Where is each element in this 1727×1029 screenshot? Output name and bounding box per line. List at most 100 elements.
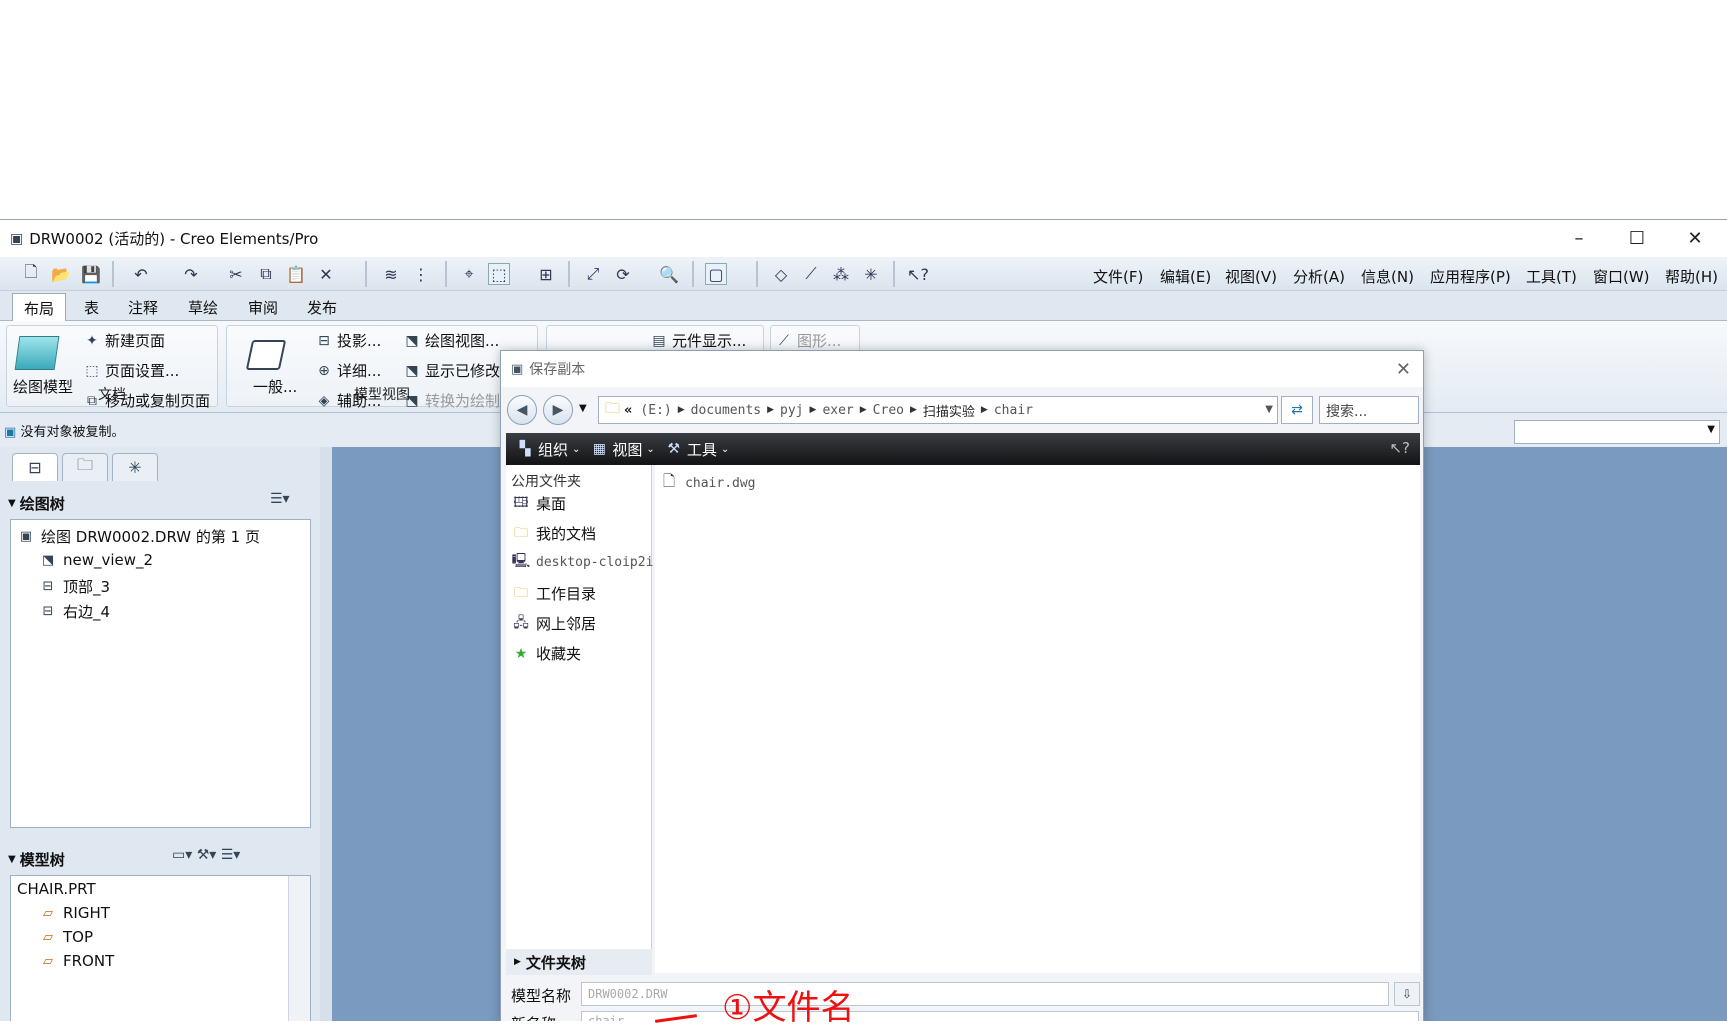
datum-point-icon[interactable]: ⁂	[830, 263, 852, 285]
breadcrumb-item[interactable]: pyj	[780, 403, 803, 418]
tree-item[interactable]: ⊟ 顶部_3	[39, 576, 111, 597]
path-breadcrumb[interactable]: 🗀 « (E:) ▶ documents ▶ pyj ▶ exer ▶ Creo ▶ 扫描…	[598, 396, 1278, 424]
cut-icon[interactable]: ✂	[225, 263, 247, 285]
new-page-button[interactable]: ✦ 新建页面	[83, 330, 165, 351]
minimize-button[interactable]: –	[1550, 220, 1608, 257]
menu-file[interactable]: 文件(F)	[1093, 266, 1143, 287]
tab-layout[interactable]: 布局	[12, 293, 67, 322]
new-file-icon[interactable]: 🗋	[20, 262, 42, 285]
display-style-icon[interactable]: ▢	[705, 263, 727, 285]
help-pointer-icon[interactable]: ↖?	[1389, 439, 1410, 457]
organize-menu[interactable]: ▚ 组织 ⌄	[516, 439, 581, 460]
tree-icon[interactable]: ⋮	[410, 263, 432, 285]
model-tree-scrollbar[interactable]	[288, 876, 310, 1021]
menu-tools[interactable]: 工具(T)	[1526, 266, 1577, 287]
paste-icon[interactable]: 📋	[285, 263, 307, 285]
place-working-directory[interactable]: 🗀 工作目录	[511, 583, 596, 604]
copy-icon[interactable]: ⧉	[255, 263, 277, 285]
layers-icon[interactable]: ≋	[380, 263, 402, 285]
refresh-icon[interactable]: ⇄	[1281, 396, 1313, 424]
zoom-icon[interactable]: 🔍	[658, 263, 680, 285]
element-display-button[interactable]: ▤ 元件显示...	[650, 330, 746, 351]
menu-view[interactable]: 视图(V)	[1225, 266, 1277, 287]
back-icon[interactable]: ◀	[507, 395, 537, 425]
drawing-view-button[interactable]: ⬔ 绘图视图...	[403, 330, 499, 351]
open-folder-icon[interactable]: 📂	[50, 263, 72, 285]
datum-plane-icon[interactable]: ◇	[770, 263, 792, 285]
help-pointer-icon[interactable]: ↖?	[907, 263, 929, 285]
close-window-button[interactable]: ✕	[1666, 220, 1724, 257]
delete-icon[interactable]: ✕	[315, 263, 337, 285]
tree-item[interactable]: ⬔ new_view_2	[39, 551, 153, 569]
tree-item[interactable]: ▱ FRONT	[39, 952, 114, 970]
menu-info[interactable]: 信息(N)	[1361, 266, 1414, 287]
tree-settings-icon[interactable]: ☰▾	[270, 491, 290, 507]
tab-review[interactable]: 审阅	[248, 297, 278, 318]
menu-help[interactable]: 帮助(H)	[1665, 266, 1718, 287]
favorites-icon: ★	[514, 645, 528, 662]
tab-table[interactable]: 表	[84, 297, 99, 318]
breadcrumb-overflow[interactable]: «	[624, 403, 632, 418]
breadcrumb-item[interactable]: documents	[691, 403, 761, 418]
model-tree-header[interactable]: ▼ 模型树	[8, 849, 65, 870]
datum-plane-icon: ▱	[43, 905, 53, 921]
folder-tree-toggle[interactable]: ▶ 文件夹树	[506, 949, 652, 975]
drawing-tree-root[interactable]: ▣ 绘图 DRW0002.DRW 的第 1 页	[17, 526, 260, 547]
tab-publish[interactable]: 发布	[307, 297, 337, 318]
element-display-icon: ▤	[652, 332, 666, 349]
model-select-icon[interactable]: ⇩	[1394, 982, 1420, 1006]
new-name-input[interactable]: chair	[581, 1011, 1419, 1021]
place-my-documents[interactable]: 🗀 我的文档	[511, 523, 596, 544]
model-name-row: 模型名称 DRW0002.DRW ⇩	[501, 979, 1423, 1009]
show-modified-button[interactable]: ⬔ 显示已修改	[403, 360, 500, 381]
page-setup-button[interactable]: ⬚ 页面设置...	[83, 360, 179, 381]
undo-icon[interactable]: ↶	[130, 263, 152, 285]
place-favorites[interactable]: ★ 收藏夹	[511, 643, 581, 664]
save-icon[interactable]: 💾	[80, 263, 102, 285]
path-dropdown-icon[interactable]: ▼	[1265, 404, 1273, 415]
tab-model-tree-icon[interactable]: ⊟	[12, 453, 58, 481]
projection-button[interactable]: ⊟ 投影...	[315, 330, 381, 351]
tree-item[interactable]: ⊟ 右边_4	[39, 601, 111, 622]
place-network[interactable]: 🖧 网上邻居	[511, 613, 596, 634]
datum-axis-icon[interactable]: ⟋	[800, 263, 822, 285]
breadcrumb-item[interactable]: exer	[822, 403, 853, 418]
place-computer[interactable]: 🖳 desktop-cloip2i	[511, 553, 654, 571]
tab-favorites-icon[interactable]: ✳	[112, 453, 158, 481]
menu-analysis[interactable]: 分析(A)	[1293, 266, 1345, 287]
refresh-icon[interactable]: ⟳	[612, 263, 634, 285]
maximize-button[interactable]: ☐	[1608, 220, 1666, 257]
menu-edit[interactable]: 编辑(E)	[1160, 266, 1211, 287]
tools-menu[interactable]: ⚒ 工具 ⌄	[665, 439, 730, 460]
tab-folder-browser-icon[interactable]: 🗀	[62, 453, 108, 481]
search-input[interactable]: 搜索...	[1319, 396, 1419, 424]
tab-annotate[interactable]: 注释	[128, 297, 158, 318]
tab-sketch[interactable]: 草绘	[188, 297, 218, 318]
list-item[interactable]: 🗋 chair.dwg	[663, 471, 756, 496]
binoculars-icon[interactable]: ⌖	[458, 263, 480, 285]
breadcrumb-item[interactable]: chair	[994, 403, 1033, 418]
breadcrumb-item[interactable]: 扫描实验	[923, 401, 975, 420]
breadcrumb-item[interactable]: (E:)	[640, 403, 671, 418]
select-box-icon[interactable]: ⬚	[488, 263, 510, 285]
filter-combo[interactable]: ▼	[1514, 420, 1720, 444]
zoom-fit-icon[interactable]: ⤢	[582, 263, 604, 285]
drawing-tree-header[interactable]: ▼ 绘图树	[8, 493, 65, 514]
breadcrumb-item[interactable]: Creo	[873, 403, 904, 418]
tree-item[interactable]: ▱ TOP	[39, 928, 93, 946]
model-tree-root[interactable]: CHAIR.PRT	[17, 880, 96, 898]
menu-window[interactable]: 窗口(W)	[1593, 266, 1650, 287]
place-desktop[interactable]: 🖽 桌面	[511, 493, 566, 514]
model-display-icon[interactable]: ▭▾ ⚒▾ ☰▾	[172, 847, 240, 863]
grid-select-icon[interactable]: ⊞	[535, 263, 557, 285]
pane-splitter[interactable]	[320, 447, 332, 1021]
coord-sys-icon[interactable]: ✳	[860, 263, 882, 285]
close-icon[interactable]: ✕	[1396, 359, 1411, 380]
tree-item[interactable]: ▱ RIGHT	[39, 904, 110, 922]
history-chevron-icon[interactable]: ▼	[579, 403, 587, 414]
forward-icon[interactable]: ▶	[543, 395, 573, 425]
menu-applications[interactable]: 应用程序(P)	[1430, 266, 1511, 287]
view-menu[interactable]: ▦ 视图 ⌄	[590, 439, 655, 460]
redo-icon[interactable]: ↷	[180, 263, 202, 285]
detail-button[interactable]: ⊕ 详细...	[315, 360, 381, 381]
